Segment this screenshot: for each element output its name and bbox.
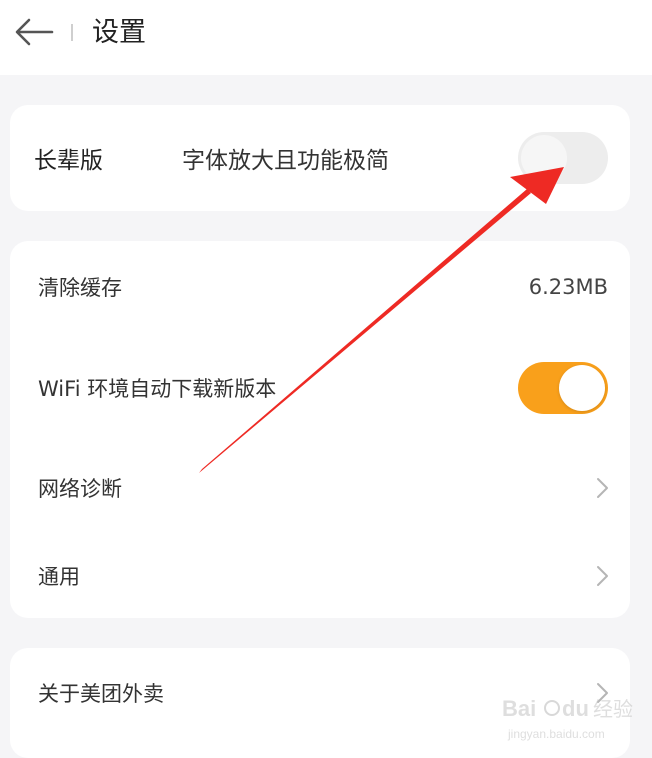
chevron-right-icon: [597, 478, 608, 498]
arrow-left-icon: [15, 18, 54, 46]
elder-mode-card: 长辈版 字体放大且功能极简: [10, 105, 630, 211]
svg-text:Bai: Bai: [502, 696, 536, 721]
clear-cache-label: 清除缓存: [38, 276, 122, 300]
chevron-right-icon: [597, 566, 608, 586]
page-title: 设置: [92, 17, 146, 48]
general-row[interactable]: 通用: [10, 536, 630, 616]
svg-text:jingyan.baidu.com: jingyan.baidu.com: [507, 727, 605, 741]
about-label: 关于美团外卖: [38, 682, 164, 706]
wifi-auto-download-label: WiFi 环境自动下载新版本: [38, 377, 277, 401]
network-diagnosis-label: 网络诊断: [38, 477, 122, 501]
wifi-auto-download-toggle[interactable]: [518, 362, 608, 414]
top-bar: 设置: [0, 0, 652, 75]
elder-mode-subtitle: 字体放大且功能极简: [182, 148, 389, 174]
back-button[interactable]: [12, 12, 56, 52]
clear-cache-row[interactable]: 清除缓存 6.23MB: [10, 247, 630, 327]
cache-size-value: 6.23MB: [528, 275, 608, 299]
toggle-knob: [521, 135, 567, 181]
network-diagnosis-row[interactable]: 网络诊断: [10, 448, 630, 528]
header-divider: [71, 24, 73, 41]
elder-mode-toggle[interactable]: [518, 132, 608, 184]
elder-mode-label: 长辈版: [34, 148, 103, 174]
svg-text:经验: 经验: [593, 697, 633, 721]
general-label: 通用: [38, 565, 80, 589]
settings-card: 清除缓存 6.23MB WiFi 环境自动下载新版本 网络诊断 通用: [10, 241, 630, 618]
watermark-logo: Bai du 经验 jingyan.baidu.com: [502, 696, 633, 741]
elder-mode-row[interactable]: 长辈版 字体放大且功能极简: [10, 118, 630, 198]
toggle-knob: [559, 365, 605, 411]
wifi-auto-download-row[interactable]: WiFi 环境自动下载新版本: [10, 348, 630, 428]
svg-text:du: du: [562, 696, 589, 721]
